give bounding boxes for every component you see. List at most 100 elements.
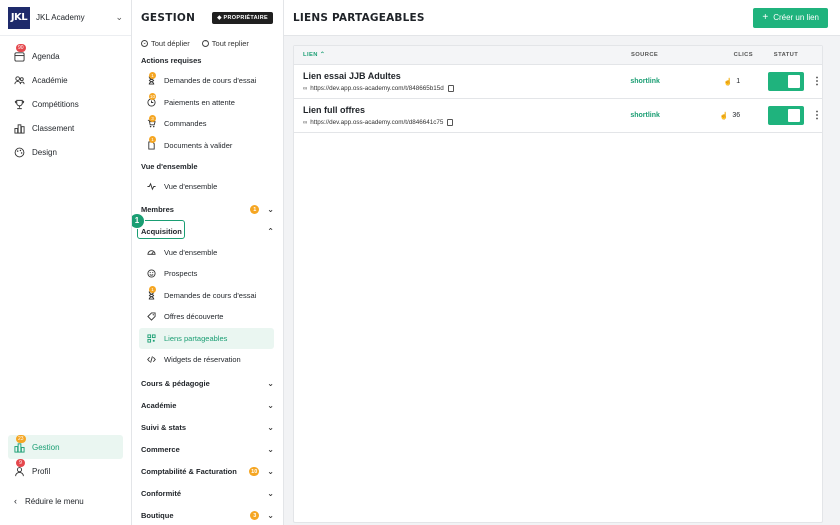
- nav-item-academie[interactable]: Académie: [8, 68, 123, 92]
- menu-item-label: Liens partageables: [164, 333, 228, 343]
- main-header: LIENS PARTAGEABLES + Créer un lien: [284, 0, 840, 36]
- section-commerce[interactable]: Commerce ⌄: [132, 439, 283, 461]
- code-icon: [146, 355, 156, 365]
- nav-item-competitions[interactable]: Compétitions: [8, 92, 123, 116]
- section-title: Cours & pédagogie: [141, 379, 210, 388]
- smiley-icon: [146, 269, 156, 279]
- collapse-menu-button[interactable]: ‹ Réduire le menu: [8, 489, 123, 513]
- sidebar-bottom: 23 Gestion 9 Profil ‹ Réduire le menu: [0, 435, 131, 525]
- pointer-icon: ☝: [719, 112, 729, 120]
- section-title: Académie: [141, 401, 177, 410]
- nav-item-design[interactable]: Design: [8, 140, 123, 164]
- menu-item-label: Commandes: [164, 119, 207, 129]
- menu-item-liens-partageables[interactable]: Liens partageables: [139, 327, 274, 349]
- menu-item-prospects[interactable]: Prospects: [132, 263, 274, 285]
- item-badge: 3: [149, 114, 156, 122]
- gauge-icon: [146, 247, 156, 257]
- chevron-down-icon: ⌄: [267, 489, 274, 498]
- expand-all-button[interactable]: ⌄ Tout déplier: [141, 39, 190, 48]
- nav-label: Gestion: [32, 442, 60, 452]
- column-source: SOURCE: [631, 52, 659, 58]
- chevron-down-icon: ⌄: [267, 445, 274, 454]
- agenda-badge: 90: [16, 44, 26, 52]
- section-conformite[interactable]: Conformité ⌄: [132, 483, 283, 505]
- table-row[interactable]: Lien full offres ∞ https://dev.app.oss-ac…: [294, 99, 822, 133]
- menu-item-label: Paiements en attente: [164, 97, 235, 107]
- section-comptabilite[interactable]: Comptabilité & Facturation 10 ⌄: [132, 461, 283, 483]
- nav-label: Agenda: [32, 51, 60, 61]
- clock-icon: 10: [146, 93, 157, 107]
- main-content: LIENS PARTAGEABLES + Créer un lien LIEN …: [284, 0, 840, 525]
- owner-badge-label: PROPRIÉTAIRE: [223, 15, 268, 21]
- collapse-menu-label: Réduire le menu: [25, 496, 84, 506]
- nav-label: Design: [32, 147, 57, 157]
- person-icon: 9: [12, 459, 26, 478]
- nav-item-agenda[interactable]: 90 Agenda: [8, 44, 123, 68]
- menu-item-label: Demandes de cours d'essai: [164, 76, 257, 86]
- chevron-down-icon: ⌄: [267, 205, 274, 214]
- create-link-button[interactable]: + Créer un lien: [753, 7, 828, 28]
- link-name: Lien full offres: [303, 105, 366, 115]
- link-source: shortlink: [630, 78, 660, 85]
- section-badge: 3: [250, 511, 260, 520]
- section-membres[interactable]: Membres 1 ⌄: [132, 200, 283, 220]
- nav-item-classement[interactable]: Classement: [8, 116, 123, 140]
- column-statut: STATUT: [773, 52, 799, 58]
- menu-item-demandes-essai[interactable]: 1 Demandes de cours d'essai: [132, 70, 274, 92]
- tag-icon: [146, 312, 156, 322]
- menu-item-label: Widgets de réservation: [164, 355, 241, 365]
- menu-item-paiements[interactable]: 10 Paiements en attente: [132, 92, 274, 114]
- section-title: Suivi & stats: [141, 423, 187, 432]
- profil-badge: 9: [16, 459, 25, 467]
- section-academie[interactable]: Académie ⌄: [132, 395, 283, 417]
- section-cours-pedagogie[interactable]: Cours & pédagogie ⌄: [132, 373, 283, 395]
- section-boutique[interactable]: Boutique 3 ⌄: [132, 505, 283, 525]
- gestion-panel: GESTION ◆ PROPRIÉTAIRE ⌄ Tout déplier ⌃ To…: [132, 0, 284, 525]
- menu-item-vue-ensemble[interactable]: Vue d'ensemble: [132, 176, 274, 198]
- more-options-icon[interactable]: ⋮: [804, 110, 822, 121]
- section-title: Actions requises: [141, 55, 202, 65]
- table-row[interactable]: Lien essai JJB Adultes ∞ https://dev.app.…: [294, 65, 822, 99]
- owner-badge: ◆ PROPRIÉTAIRE: [212, 12, 273, 24]
- menu-item-commandes[interactable]: 3 Commandes: [132, 113, 274, 135]
- section-title: Comptabilité & Facturation: [141, 467, 237, 476]
- more-options-icon[interactable]: ⋮: [804, 76, 822, 87]
- copy-icon[interactable]: [447, 85, 454, 92]
- collapse-circle-icon: ⌃: [201, 39, 209, 47]
- nav-item-profil[interactable]: 9 Profil: [8, 459, 123, 483]
- nav-label: Compétitions: [32, 99, 79, 109]
- section-vue-ensemble: Vue d'ensemble: [132, 156, 283, 176]
- hourglass-icon: 1: [146, 286, 156, 300]
- app-root: JKL JKL Academy ⌄ 90 Agenda Académie Com…: [0, 0, 840, 525]
- nav-item-gestion[interactable]: 23 Gestion: [8, 435, 123, 459]
- menu-item-documents[interactable]: 1 Documents à valider: [132, 135, 274, 157]
- calendar-icon: 90: [12, 44, 26, 63]
- section-acquisition[interactable]: 1 Acquisition ⌃: [132, 212, 283, 242]
- link-source: shortlink: [630, 112, 660, 119]
- hourglass-icon: 1: [146, 71, 156, 86]
- column-lien[interactable]: LIEN ⌃: [294, 52, 631, 58]
- menu-item-acq-vue-ensemble[interactable]: Vue d'ensemble: [132, 242, 274, 264]
- section-suivi-stats[interactable]: Suivi & stats ⌄: [132, 417, 283, 439]
- link-clicks: 36: [732, 112, 741, 119]
- link-name: Lien essai JJB Adultes: [303, 71, 401, 81]
- chevron-up-icon: ⌃: [267, 227, 274, 236]
- palette-icon: [12, 145, 26, 159]
- brand-switcher[interactable]: JKL JKL Academy ⌄: [0, 0, 131, 36]
- menu-item-widgets[interactable]: Widgets de réservation: [132, 349, 274, 371]
- column-clics: CLICS: [733, 52, 753, 58]
- column-label: LIEN: [303, 52, 318, 58]
- item-badge: 1: [149, 71, 156, 79]
- menu-item-offres-decouverte[interactable]: Offres découverte: [132, 306, 274, 328]
- menu-item-acq-demandes-essai[interactable]: 1 Demandes de cours d'essai: [132, 285, 274, 307]
- create-link-label: Créer un lien: [773, 13, 819, 22]
- copy-icon[interactable]: [447, 119, 454, 126]
- link-icon: ∞: [303, 85, 308, 92]
- collapse-all-button[interactable]: ⌃ Tout replier: [201, 39, 249, 48]
- status-toggle[interactable]: [768, 106, 804, 125]
- chevron-down-icon: ⌄: [267, 401, 274, 410]
- section-title: Boutique: [141, 511, 174, 520]
- gestion-badge: 23: [16, 435, 26, 443]
- status-toggle[interactable]: [768, 72, 804, 91]
- gestion-title: GESTION: [141, 12, 196, 24]
